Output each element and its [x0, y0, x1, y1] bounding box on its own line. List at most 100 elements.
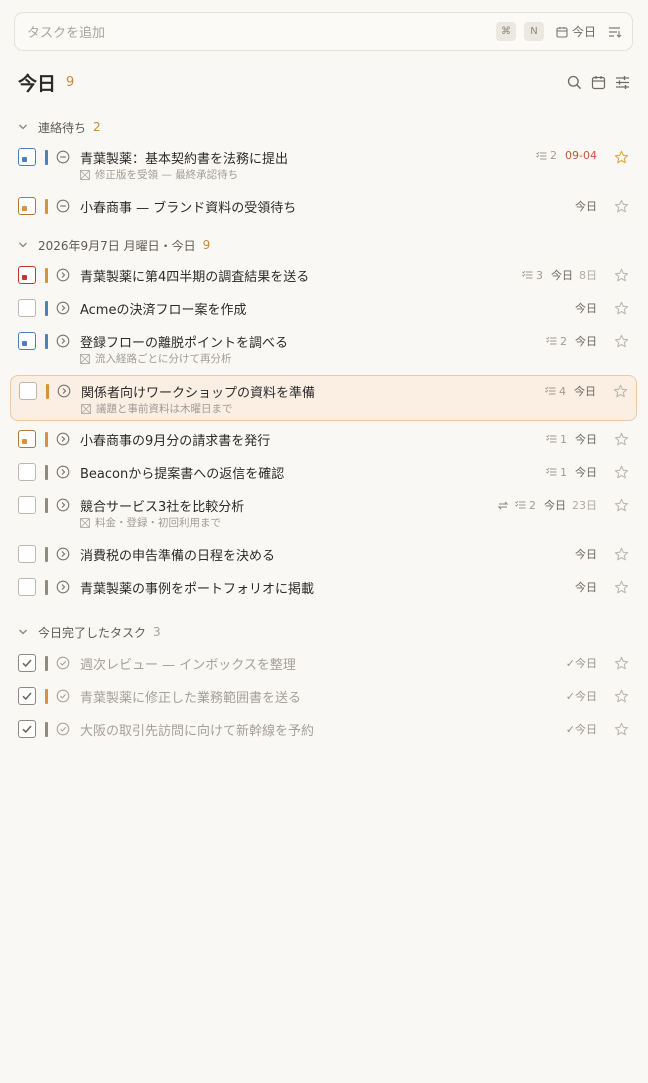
star-icon[interactable] [614, 334, 629, 349]
task-row[interactable]: 消費税の申告準備の日程を決める 今日 [10, 539, 637, 569]
task-checkbox[interactable] [18, 332, 36, 350]
add-date-today-button[interactable]: 今日 [556, 23, 596, 40]
task-row[interactable]: 関係者向けワークショップの資料を準備 議題と事前資料は木曜日まで 4 今日 [10, 375, 637, 421]
task-deadline: 23日 [572, 499, 597, 512]
star-icon[interactable] [614, 656, 629, 671]
add-date-label: 今日 [571, 25, 596, 39]
forward-arrow-icon [56, 465, 70, 479]
forward-arrow-icon [56, 334, 70, 348]
priority-bar [45, 689, 48, 704]
task-title: 小春商事 — ブランド資料の受領待ち [80, 201, 297, 216]
task-date: ✓今日 [565, 657, 597, 670]
task-title: Beaconから提案書への返信を確認 [80, 467, 285, 482]
page-header: 今日 9 [18, 68, 630, 96]
task-row[interactable]: 登録フローの離脱ポイントを調べる 流入経路ごとに分けて再分析 2 今日 [10, 326, 637, 372]
add-task-input[interactable]: タスクを追加 [27, 22, 488, 41]
star-icon[interactable] [614, 498, 629, 513]
task-title: 関係者向けワークショップの資料を準備 [81, 386, 316, 401]
task-title: 大阪の取引先訪問に向けて新幹線を予約 [80, 724, 315, 739]
task-checkbox[interactable] [19, 382, 37, 400]
task-checkbox[interactable] [18, 299, 36, 317]
subtask-icon [515, 500, 526, 509]
star-icon[interactable] [614, 689, 629, 704]
section-label: 2026年9月7日 月曜日・今日 [38, 238, 196, 253]
task-checkbox[interactable] [18, 654, 36, 672]
task-checkbox[interactable] [18, 463, 36, 481]
task-row[interactable]: 青葉製薬の事例をポートフォリオに掲載 今日 [10, 572, 637, 602]
add-task-bar[interactable]: タスクを追加 ⌘ N 今日 [14, 12, 633, 51]
task-meta: 今日 [575, 198, 597, 214]
star-icon[interactable] [614, 547, 629, 562]
note-icon [81, 403, 91, 414]
subtask-icon [546, 434, 557, 443]
task-row[interactable]: Acmeの決済フロー案を作成 今日 [10, 293, 637, 323]
task-meta: 1 今日 [546, 464, 597, 480]
note-icon [80, 169, 90, 180]
star-icon[interactable] [614, 432, 629, 447]
section-done[interactable]: 今日完了したタスク 3 [18, 622, 161, 642]
forward-arrow-icon [56, 432, 70, 446]
task-note-text: 議題と事前資料は木曜日まで [96, 403, 233, 415]
task-date: ✓今日 [565, 723, 597, 736]
checkbox-flag-dot [22, 206, 27, 211]
star-icon[interactable] [614, 465, 629, 480]
task-row[interactable]: Beaconから提案書への返信を確認 1 今日 [10, 457, 637, 487]
star-icon[interactable] [613, 384, 628, 399]
subtask-count: 2 [515, 499, 536, 512]
forward-arrow-icon [56, 498, 70, 512]
priority-bar [45, 432, 48, 447]
sort-button[interactable] [608, 26, 622, 38]
task-meta: 3 今日 8日 [522, 267, 597, 283]
task-meta: 1 今日 [546, 431, 597, 447]
star-icon[interactable] [614, 580, 629, 595]
task-row[interactable]: 青葉製薬に修正した業務範囲書を送る ✓今日 [10, 681, 637, 711]
subtask-icon [522, 270, 533, 279]
task-checkbox[interactable] [18, 687, 36, 705]
task-title: 青葉製薬の事例をポートフォリオに掲載 [80, 582, 315, 597]
task-title: 週次レビュー — インボックスを整理 [80, 658, 296, 673]
task-date: 09-04 [565, 149, 597, 162]
task-date: 今日 [551, 269, 573, 282]
star-icon[interactable] [614, 722, 629, 737]
repeat-icon [497, 501, 509, 509]
sort-lines-icon [609, 26, 622, 38]
task-row[interactable]: 競合サービス3社を比較分析 料金・登録・初回利用まで 2 今日 23日 [10, 490, 637, 536]
star-filled-icon[interactable] [614, 150, 629, 165]
task-date: 今日 [575, 433, 597, 446]
filter-sliders-icon[interactable] [615, 75, 630, 90]
task-checkbox[interactable] [18, 545, 36, 563]
priority-bar [45, 580, 48, 595]
task-checkbox[interactable] [18, 197, 36, 215]
task-row[interactable]: 週次レビュー — インボックスを整理 ✓今日 [10, 648, 637, 678]
task-checkbox[interactable] [18, 578, 36, 596]
subtask-count: 1 [546, 466, 567, 479]
task-row[interactable]: 青葉製薬に第4四半期の調査結果を送る 3 今日 8日 [10, 260, 637, 290]
priority-bar [45, 199, 48, 214]
task-row[interactable]: 大阪の取引先訪問に向けて新幹線を予約 ✓今日 [10, 714, 637, 744]
task-row[interactable]: 小春商事 — ブランド資料の受領待ち 今日 [10, 191, 637, 221]
task-checkbox[interactable] [18, 148, 36, 166]
task-checkbox[interactable] [18, 430, 36, 448]
calendar-icon[interactable] [591, 75, 606, 90]
section-today[interactable]: 2026年9月7日 月曜日・今日 9 [18, 235, 210, 255]
subtask-count-value: 2 [529, 498, 536, 512]
checkmark-icon [22, 659, 32, 668]
star-icon[interactable] [614, 199, 629, 214]
task-row[interactable]: 小春商事の9月分の請求書を発行 1 今日 [10, 424, 637, 454]
subtask-count: 2 [546, 335, 567, 348]
checkbox-flag-dot [22, 157, 27, 162]
task-checkbox[interactable] [18, 720, 36, 738]
note-icon [80, 517, 90, 528]
star-icon[interactable] [614, 268, 629, 283]
task-checkbox[interactable] [18, 496, 36, 514]
subtask-count-value: 3 [536, 268, 543, 282]
task-meta: 今日 [575, 546, 597, 562]
section-waiting[interactable]: 連絡待ち 2 [18, 117, 101, 137]
search-icon[interactable] [567, 75, 582, 90]
star-icon[interactable] [614, 301, 629, 316]
task-checkbox[interactable] [18, 266, 36, 284]
checkmark-icon [22, 725, 32, 734]
task-title: 青葉製薬に修正した業務範囲書を送る [80, 691, 302, 706]
task-row[interactable]: 青葉製薬：基本契約書を法務に提出 修正版を受領 — 最終承認待ち 2 09-04 [10, 142, 637, 188]
task-note: 流入経路ごとに分けて再分析 [80, 351, 232, 366]
